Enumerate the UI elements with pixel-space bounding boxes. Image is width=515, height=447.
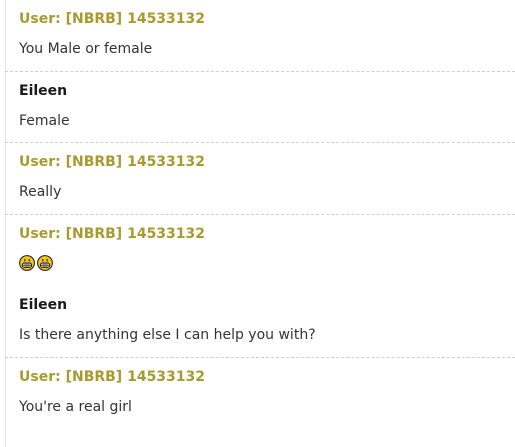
chat-message: Eileen Is there anything else I can help…	[0, 286, 515, 358]
chat-log: User: [NBRB] 14533132 You Male or female…	[0, 0, 515, 447]
grinning-face-emoji	[19, 254, 35, 271]
message-text: You Male or female	[19, 41, 153, 57]
chat-message: User: [NBRB] 14533132 Really	[0, 143, 515, 215]
message-sender: Eileen	[19, 297, 68, 313]
chat-message: User: [NBRB] 14533132 You're a real girl	[0, 358, 515, 430]
message-sender: Eileen	[19, 82, 68, 99]
message-text: Really	[19, 184, 62, 200]
message-sender: User: [NBRB] 14533132	[19, 11, 206, 27]
message-text: You're a real girl	[19, 398, 132, 415]
message-sender: User: [NBRB] 14533132	[19, 368, 206, 385]
message-sender: User: [NBRB] 14533132	[19, 154, 206, 170]
message-text: Is there anything else I can help you wi…	[19, 327, 316, 343]
message-sender: User: [NBRB] 14533132	[19, 225, 206, 242]
message-text: Female	[19, 112, 70, 129]
grinning-face-emoji	[37, 254, 53, 271]
chat-message: Eileen Female	[0, 72, 515, 144]
message-emojis	[19, 254, 515, 273]
chat-message: User: [NBRB] 14533132 You Male or female	[0, 0, 515, 72]
chat-message: User: [NBRB] 14533132	[0, 215, 515, 287]
